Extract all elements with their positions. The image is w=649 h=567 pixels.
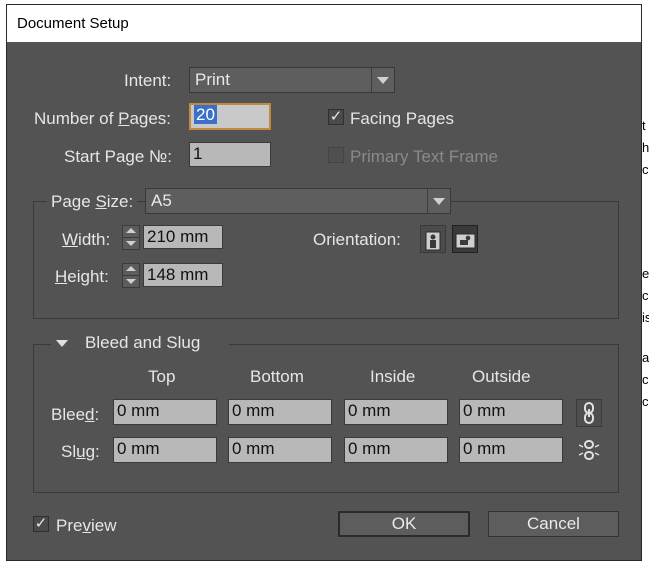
- start-page-label: Start Page №:: [64, 147, 173, 166]
- start-page-field[interactable]: 1: [189, 142, 271, 167]
- chevron-down-icon: [371, 68, 394, 92]
- column-header-top: Top: [148, 367, 176, 386]
- bleed-bottom-field[interactable]: 0 mm: [228, 399, 332, 425]
- bleed-inside-field[interactable]: 0 mm: [344, 399, 448, 425]
- bleed-link-button[interactable]: [576, 399, 602, 427]
- preview-label: Preview: [56, 516, 117, 535]
- bleed-slug-header[interactable]: Bleed and Slug: [51, 333, 229, 355]
- portrait-icon: [425, 231, 441, 251]
- primary-text-frame-label: Primary Text Frame: [350, 147, 498, 166]
- height-field[interactable]: 148 mm: [143, 263, 223, 287]
- bleed-slug-title: Bleed and Slug: [85, 333, 201, 352]
- number-of-pages-label: Number of Pages:: [34, 109, 172, 128]
- cancel-button[interactable]: Cancel: [488, 511, 619, 537]
- slug-outside-field[interactable]: 0 mm: [459, 437, 563, 463]
- page-size-group: [33, 201, 619, 319]
- chevron-down-icon: [427, 189, 450, 213]
- stepper-down-icon[interactable]: [122, 237, 140, 250]
- number-of-pages-value: 20: [194, 105, 217, 124]
- dialog-titlebar[interactable]: Document Setup: [7, 5, 641, 42]
- width-field[interactable]: 210 mm: [143, 225, 223, 249]
- disclosure-triangle-icon[interactable]: [55, 337, 69, 351]
- height-stepper[interactable]: [122, 263, 140, 288]
- document-setup-dialog: Document Setup Intent: Print Number of P…: [6, 4, 642, 561]
- orientation-landscape-button[interactable]: [452, 225, 478, 253]
- slug-label: Slug:: [61, 442, 100, 461]
- intent-dropdown[interactable]: Print: [189, 67, 395, 93]
- orientation-label: Orientation:: [313, 230, 401, 249]
- facing-pages-checkbox[interactable]: ✓: [328, 109, 344, 125]
- bg-letter: as: [642, 350, 649, 365]
- chain-link-icon: [584, 402, 594, 424]
- bg-letter: c: [642, 288, 649, 303]
- column-header-outside: Outside: [472, 367, 531, 386]
- page-size-value: A5: [151, 191, 172, 210]
- landscape-icon: [455, 233, 476, 249]
- bg-letter: h: [642, 140, 649, 155]
- bg-letter: c: [642, 372, 649, 387]
- height-label: Height:: [55, 267, 109, 286]
- facing-pages-label: Facing Pages: [350, 109, 454, 128]
- width-label: Width:: [62, 230, 111, 249]
- bg-letter: is: [642, 310, 649, 325]
- slug-inside-field[interactable]: 0 mm: [344, 437, 448, 463]
- bg-letter: c: [642, 162, 649, 177]
- ok-button[interactable]: OK: [338, 511, 470, 537]
- stepper-down-icon[interactable]: [122, 275, 140, 288]
- column-header-bottom: Bottom: [250, 367, 304, 386]
- column-header-inside: Inside: [370, 367, 416, 386]
- intent-label: Intent:: [124, 71, 172, 90]
- dialog-title: Document Setup: [17, 15, 129, 32]
- slug-bottom-field[interactable]: 0 mm: [228, 437, 332, 463]
- bleed-outside-field[interactable]: 0 mm: [459, 399, 563, 425]
- number-of-pages-field[interactable]: 20: [189, 103, 271, 130]
- broken-chain-link-icon: [578, 440, 600, 460]
- bg-letter: c: [642, 394, 649, 409]
- page-size-dropdown[interactable]: A5: [145, 188, 451, 214]
- page-size-label: Page Size:: [47, 192, 138, 212]
- bg-letter: t: [642, 118, 646, 133]
- intent-value: Print: [195, 70, 230, 89]
- width-stepper[interactable]: [122, 225, 140, 250]
- bleed-label: Bleed:: [51, 405, 100, 424]
- orientation-portrait-button[interactable]: [420, 225, 446, 253]
- bleed-top-field[interactable]: 0 mm: [113, 399, 217, 425]
- primary-text-frame-checkbox[interactable]: [328, 147, 344, 163]
- bg-letter: e: [642, 266, 649, 281]
- slug-link-button[interactable]: [576, 437, 602, 463]
- preview-checkbox[interactable]: ✓: [33, 516, 49, 532]
- slug-top-field[interactable]: 0 mm: [113, 437, 217, 463]
